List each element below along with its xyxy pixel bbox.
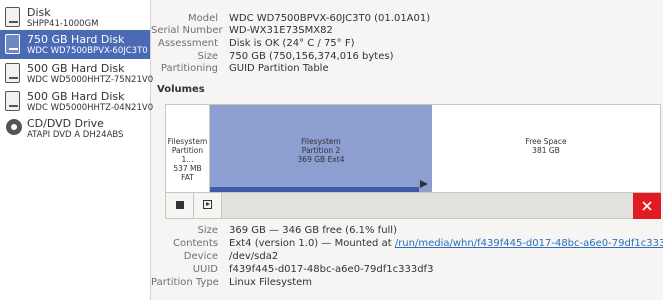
device-name: 500 GB Hard Disk: [27, 90, 125, 103]
model-value: WDC WD7500BPVX-60JC3T0 (01.01A01): [229, 13, 431, 24]
segment-line: Partition 1...: [171, 146, 204, 164]
segment-line: Partition 2: [301, 146, 341, 155]
vol-size-value: 369 GB — 346 GB free (6.1% full): [229, 225, 397, 236]
contents-label: Contents: [173, 238, 218, 249]
hard-disk-icon: [5, 7, 20, 27]
open-files-button[interactable]: [194, 193, 222, 218]
device-item-disk[interactable]: Disk SHPP41-1000GM: [0, 3, 150, 32]
contents-value: Ext4 (version 1.0) — Mounted at /run/med…: [229, 238, 663, 250]
partition-1-segment[interactable]: Filesystem Partition 1... 537 MB FAT: [166, 105, 210, 192]
stop-icon: [176, 201, 184, 209]
partition-type-value: Linux Filesystem: [229, 277, 313, 288]
model-label: Model: [187, 13, 218, 24]
segment-line: 369 GB Ext4: [297, 155, 345, 164]
device-model: WDC WD7500BPVX-60JC3T0: [27, 46, 148, 56]
device-list: Disk SHPP41-1000GM 750 GB Hard Disk WDC …: [0, 0, 154, 300]
close-icon: [642, 201, 652, 211]
segment-line: Filesystem: [167, 137, 208, 146]
uuid-label: UUID: [192, 264, 218, 275]
vol-size-label: Size: [197, 225, 218, 236]
mounted-indicator-icon: [420, 180, 428, 188]
segment-line: 381 GB: [532, 146, 560, 155]
device-value: /dev/sda2: [229, 251, 279, 262]
hard-disk-icon: [5, 63, 20, 83]
device-name: Disk: [27, 6, 51, 19]
unmount-button[interactable]: [166, 193, 194, 218]
device-model: WDC WD5000HHTZ-04N21V0: [27, 103, 154, 113]
device-item-cd-dvd[interactable]: CD/DVD Drive ATAPI DVD A DH24ABS: [0, 114, 150, 143]
serial-label: Serial Number: [151, 25, 223, 36]
device-model: ATAPI DVD A DH24ABS: [27, 130, 124, 140]
size-value: 750 GB (750,156,374,016 bytes): [229, 51, 394, 62]
contents-text: Ext4 (version 1.0) — Mounted at: [229, 238, 395, 249]
partition-2-segment[interactable]: Filesystem Partition 2 369 GB Ext4: [210, 105, 432, 192]
segment-line: 537 MB FAT: [173, 164, 202, 182]
open-folder-icon: [203, 200, 212, 209]
disk-details-panel: Model WDC WD7500BPVX-60JC3T0 (01.01A01) …: [151, 0, 663, 300]
segment-line: Free Space: [525, 137, 567, 146]
device-item-500gb-2[interactable]: 500 GB Hard Disk WDC WD5000HHTZ-04N21V0: [0, 87, 154, 116]
device-model: WDC WD5000HHTZ-75N21V0: [27, 75, 154, 85]
device-name: 750 GB Hard Disk: [27, 33, 125, 46]
assessment-label: Assessment: [158, 38, 218, 49]
device-item-750gb[interactable]: 750 GB Hard Disk WDC WD7500BPVX-60JC3T0: [0, 30, 150, 59]
uuid-value: f439f445-d017-48bc-a6e0-79df1c333df3: [229, 264, 434, 275]
usage-bar: [210, 187, 419, 192]
volumes-heading: Volumes: [157, 84, 205, 95]
assessment-value: Disk is OK (24° C / 75° F): [229, 38, 355, 49]
device-label: Device: [183, 251, 218, 262]
partition-type-label: Partition Type: [151, 277, 219, 288]
hard-disk-icon: [5, 91, 20, 111]
partitioning-value: GUID Partition Table: [229, 63, 329, 74]
serial-value: WD-WX31E73SMX82: [229, 25, 333, 36]
device-name: CD/DVD Drive: [27, 117, 104, 130]
optical-disc-icon: [6, 119, 22, 135]
device-model: SHPP41-1000GM: [27, 19, 99, 29]
mount-point-link[interactable]: /run/media/whn/f439f445-d017-48bc-a6e0-7…: [395, 238, 663, 249]
delete-partition-button[interactable]: [633, 193, 661, 219]
toolbar-spacer: [222, 193, 660, 218]
partitioning-label: Partitioning: [160, 63, 218, 74]
volume-toolbar: [165, 193, 661, 219]
hard-disk-icon: [5, 34, 20, 54]
size-label: Size: [197, 51, 218, 62]
free-space-segment[interactable]: Free Space 381 GB: [432, 105, 660, 192]
device-item-500gb-1[interactable]: 500 GB Hard Disk WDC WD5000HHTZ-75N21V0: [0, 59, 154, 88]
device-name: 500 GB Hard Disk: [27, 62, 125, 75]
volume-map: Filesystem Partition 1... 537 MB FAT Fil…: [165, 104, 661, 193]
segment-line: Filesystem: [301, 137, 341, 146]
